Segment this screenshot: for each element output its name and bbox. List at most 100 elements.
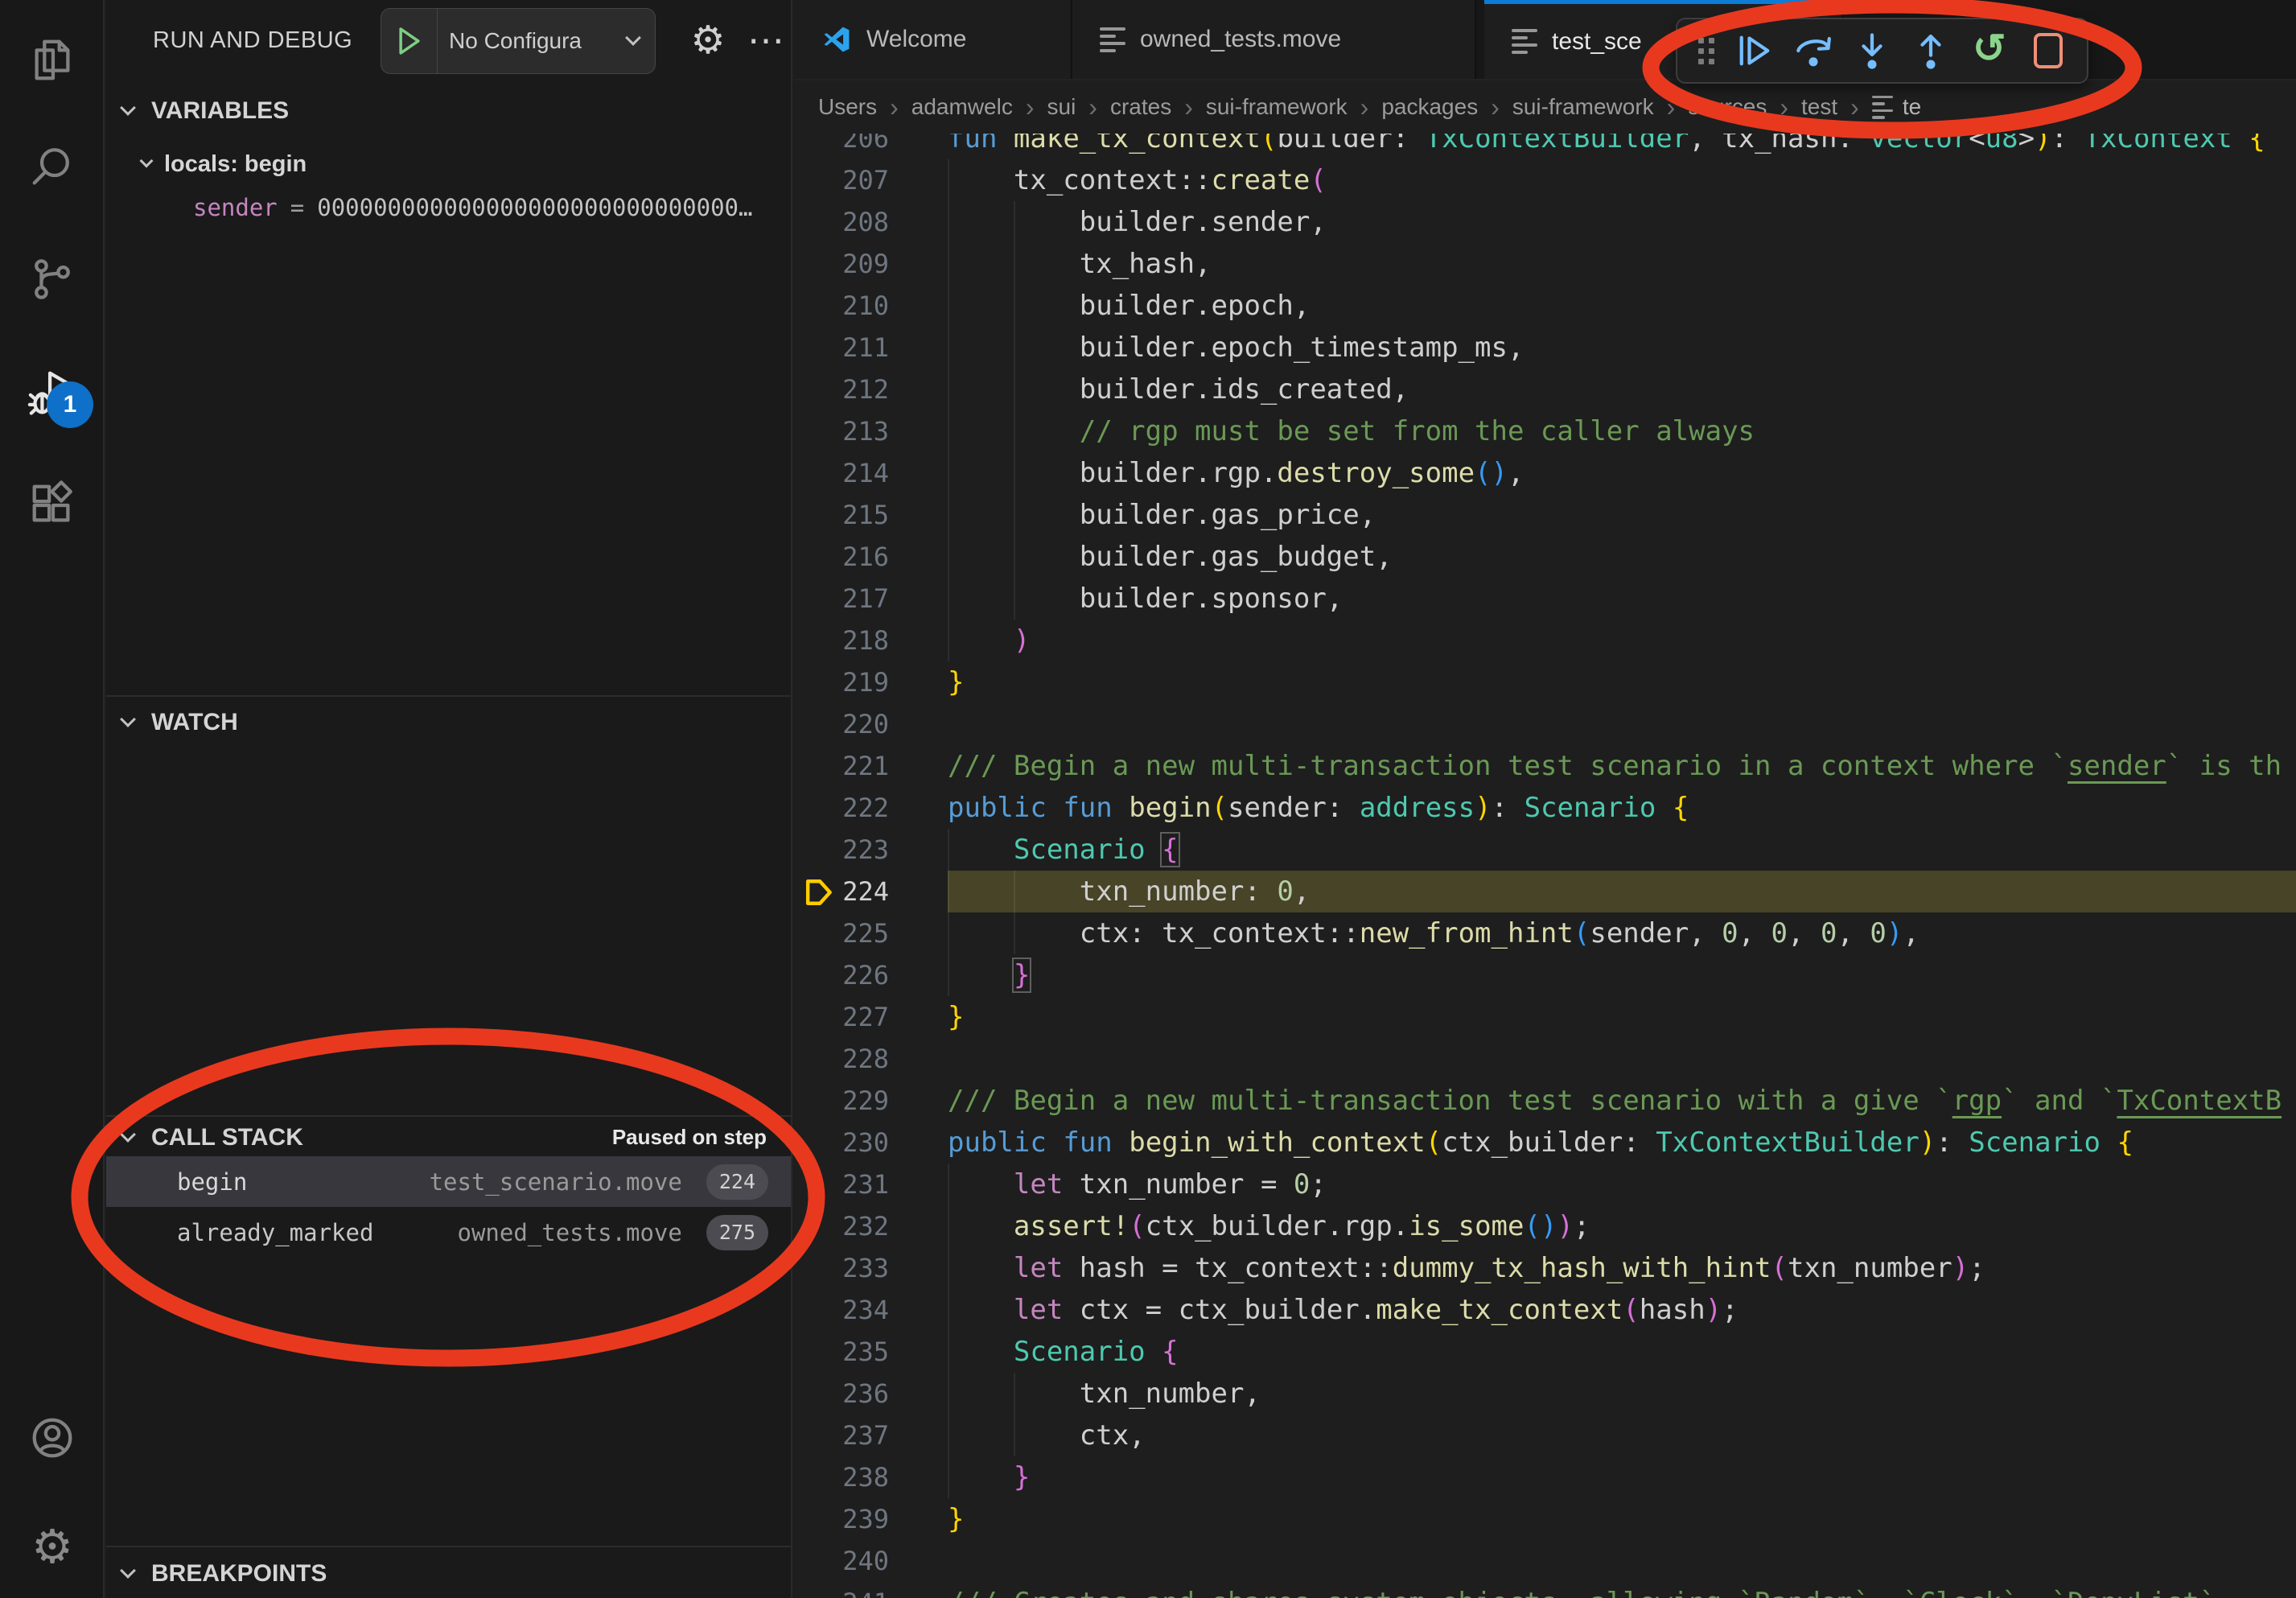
- watch-section-header[interactable]: WATCH: [106, 702, 791, 743]
- stack-frame-row[interactable]: begin test_scenario.move 224: [106, 1156, 791, 1207]
- line-number[interactable]: 230: [794, 1122, 889, 1163]
- code-line[interactable]: 228: [794, 1038, 2296, 1080]
- drag-handle-icon[interactable]: [1698, 38, 1714, 64]
- line-number[interactable]: 232: [794, 1205, 889, 1247]
- code-line[interactable]: 240: [794, 1540, 2296, 1582]
- more-actions-icon[interactable]: ⋯: [739, 0, 795, 80]
- line-number[interactable]: 217: [794, 578, 889, 620]
- code-line[interactable]: 232 assert!(ctx_builder.rgp.is_some());: [794, 1205, 2296, 1247]
- code-line[interactable]: 235 Scenario {: [794, 1331, 2296, 1373]
- variables-section-header[interactable]: VARIABLES: [106, 90, 791, 132]
- line-number[interactable]: 229: [794, 1080, 889, 1122]
- code-line[interactable]: 217 builder.sponsor,: [794, 578, 2296, 620]
- line-number[interactable]: 218: [794, 620, 889, 661]
- code-line[interactable]: 218 ): [794, 620, 2296, 661]
- code-line[interactable]: 238 }: [794, 1456, 2296, 1498]
- line-number[interactable]: 209: [794, 243, 889, 285]
- line-number[interactable]: 224: [794, 871, 889, 912]
- code-line[interactable]: 216 builder.gas_budget,: [794, 536, 2296, 578]
- search-icon[interactable]: [0, 122, 105, 211]
- code-line[interactable]: 237 ctx,: [794, 1415, 2296, 1456]
- debug-settings-gear-icon[interactable]: ⚙: [679, 0, 737, 80]
- accounts-icon[interactable]: [0, 1394, 105, 1482]
- code-line[interactable]: 227}: [794, 996, 2296, 1038]
- line-number[interactable]: 216: [794, 536, 889, 578]
- line-number[interactable]: 233: [794, 1247, 889, 1289]
- explorer-icon[interactable]: [0, 16, 105, 105]
- line-number[interactable]: 227: [794, 996, 889, 1038]
- line-number[interactable]: 219: [794, 661, 889, 703]
- extensions-icon[interactable]: [0, 460, 105, 549]
- code-line[interactable]: 233 let hash = tx_context::dummy_tx_hash…: [794, 1247, 2296, 1289]
- code-line[interactable]: 236 txn_number,: [794, 1373, 2296, 1415]
- line-number[interactable]: 235: [794, 1331, 889, 1373]
- code-line[interactable]: 207 tx_context::create(: [794, 159, 2296, 201]
- line-number[interactable]: 236: [794, 1373, 889, 1415]
- line-number[interactable]: 237: [794, 1415, 889, 1456]
- code-line[interactable]: 210 builder.epoch,: [794, 285, 2296, 327]
- code-line[interactable]: 214 builder.rgp.destroy_some(),: [794, 452, 2296, 494]
- code-line[interactable]: 222public fun begin(sender: address): Sc…: [794, 787, 2296, 829]
- step-out-button[interactable]: [1904, 23, 1957, 79]
- line-number[interactable]: 210: [794, 285, 889, 327]
- line-number[interactable]: 223: [794, 829, 889, 871]
- line-number[interactable]: 228: [794, 1038, 889, 1080]
- tab-owned-tests[interactable]: owned_tests.move: [1072, 0, 1476, 79]
- code-line[interactable]: 231 let txn_number = 0;: [794, 1163, 2296, 1205]
- code-line[interactable]: 241/// Creates and shares system objects…: [794, 1582, 2296, 1598]
- code-line[interactable]: 223 Scenario {: [794, 829, 2296, 871]
- line-number[interactable]: 234: [794, 1289, 889, 1331]
- code-line[interactable]: 211 builder.epoch_timestamp_ms,: [794, 327, 2296, 369]
- breakpoints-section-header[interactable]: BREAKPOINTS: [106, 1551, 791, 1596]
- continue-button[interactable]: [1729, 23, 1781, 79]
- line-number[interactable]: 213: [794, 410, 889, 452]
- variable-row[interactable]: sender = 000000000000000000000000000000…: [106, 187, 791, 229]
- code-line[interactable]: 239}: [794, 1498, 2296, 1540]
- code-line[interactable]: 230public fun begin_with_context(ctx_bui…: [794, 1122, 2296, 1163]
- code-line[interactable]: 213 // rgp must be set from the caller a…: [794, 410, 2296, 452]
- line-number[interactable]: 238: [794, 1456, 889, 1498]
- line-number[interactable]: 225: [794, 912, 889, 954]
- code-line[interactable]: 225 ctx: tx_context::new_from_hint(sende…: [794, 912, 2296, 954]
- start-debugging-icon[interactable]: [381, 9, 438, 73]
- code-line[interactable]: 234 let ctx = ctx_builder.make_tx_contex…: [794, 1289, 2296, 1331]
- line-number[interactable]: 231: [794, 1163, 889, 1205]
- line-number[interactable]: 241: [794, 1582, 889, 1598]
- source-control-icon[interactable]: [0, 235, 105, 323]
- code-line[interactable]: 209 tx_hash,: [794, 243, 2296, 285]
- editor-group: Welcome owned_tests.move test_sce: [794, 0, 2296, 1598]
- line-number[interactable]: 208: [794, 201, 889, 243]
- line-number[interactable]: 215: [794, 494, 889, 536]
- line-number[interactable]: 220: [794, 703, 889, 745]
- line-number[interactable]: 207: [794, 159, 889, 201]
- line-number[interactable]: 212: [794, 369, 889, 410]
- line-number[interactable]: 240: [794, 1540, 889, 1582]
- stop-button[interactable]: [2022, 23, 2074, 79]
- stack-frame-row[interactable]: already_marked owned_tests.move 275: [106, 1207, 791, 1258]
- step-into-button[interactable]: [1846, 23, 1899, 79]
- line-number[interactable]: 221: [794, 745, 889, 787]
- code-line[interactable]: 208 builder.sender,: [794, 201, 2296, 243]
- tab-welcome[interactable]: Welcome: [794, 0, 1072, 79]
- code-line[interactable]: 212 builder.ids_created,: [794, 369, 2296, 410]
- code-line[interactable]: 219}: [794, 661, 2296, 703]
- code-line[interactable]: 224 txn_number: 0,: [794, 871, 2296, 912]
- line-number[interactable]: 226: [794, 954, 889, 996]
- code-line[interactable]: 226 }: [794, 954, 2296, 996]
- variables-scope-row[interactable]: locals: begin: [106, 143, 791, 185]
- restart-button[interactable]: ↺: [1963, 23, 2015, 79]
- line-number[interactable]: 214: [794, 452, 889, 494]
- run-and-debug-icon[interactable]: 1: [0, 348, 105, 436]
- settings-gear-icon[interactable]: ⚙: [0, 1503, 105, 1592]
- line-number[interactable]: 211: [794, 327, 889, 369]
- line-number[interactable]: 239: [794, 1498, 889, 1540]
- line-number[interactable]: 222: [794, 787, 889, 829]
- code-line[interactable]: 229/// Begin a new multi-transaction tes…: [794, 1080, 2296, 1122]
- call-stack-section-header[interactable]: CALL STACK Paused on step: [106, 1118, 791, 1156]
- breadcrumb[interactable]: Users› adamwelc› sui› crates› sui-framew…: [794, 80, 2296, 134]
- step-over-button[interactable]: [1788, 23, 1840, 79]
- code-line[interactable]: 215 builder.gas_price,: [794, 494, 2296, 536]
- code-line[interactable]: 221/// Begin a new multi-transaction tes…: [794, 745, 2296, 787]
- launch-configuration-dropdown[interactable]: No Configura: [381, 8, 656, 74]
- code-line[interactable]: 220: [794, 703, 2296, 745]
